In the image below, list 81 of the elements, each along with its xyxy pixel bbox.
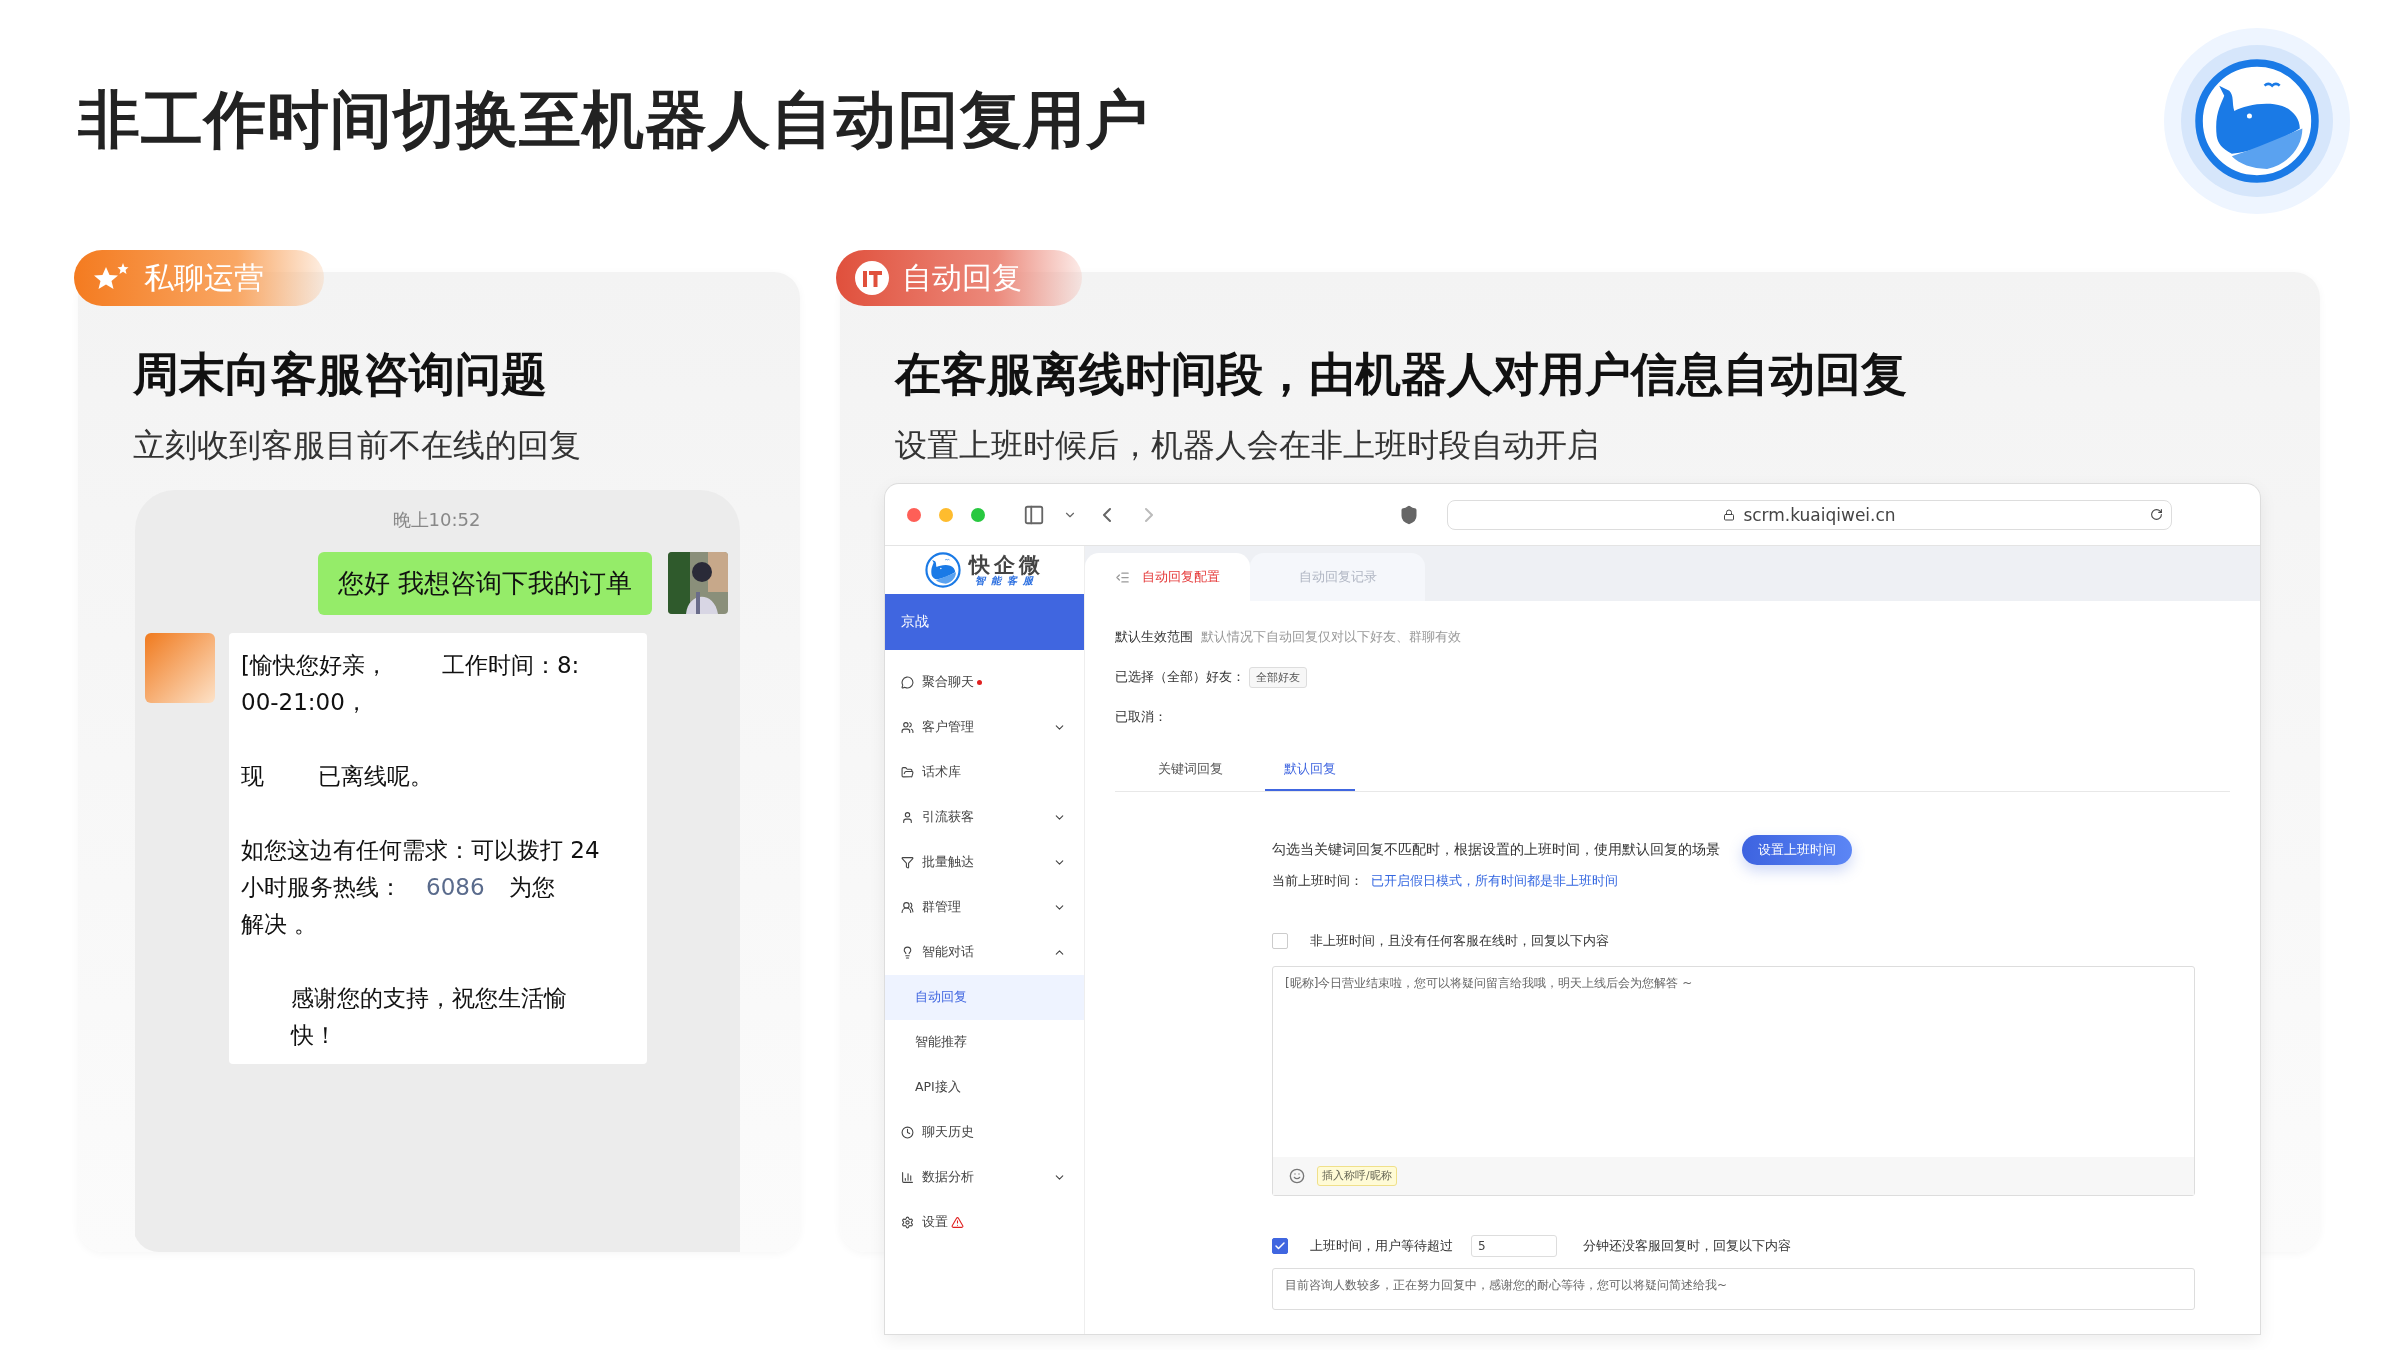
logo-icon bbox=[925, 552, 961, 588]
nav-icon bbox=[901, 811, 914, 824]
card-subheading: 立刻收到客服目前不在线的回复 bbox=[133, 425, 582, 466]
nav-icon bbox=[901, 676, 914, 689]
set-time-button[interactable]: 设置上班时间 bbox=[1742, 835, 1852, 865]
message-text: 已离线呢。 bbox=[318, 762, 433, 791]
message-text: 现 bbox=[241, 762, 264, 791]
card-heading: 在客服离线时间段，由机器人对用户信息自动回复 bbox=[895, 346, 1908, 403]
hint-text: 默认情况下自动回复仅对以下好友、群聊有效 bbox=[1201, 628, 1461, 646]
lock-icon bbox=[1723, 508, 1736, 521]
sidebar-icon[interactable] bbox=[1023, 503, 1045, 526]
nav-icon bbox=[901, 721, 914, 734]
nav-icon bbox=[901, 1171, 914, 1184]
message-field[interactable]: 目前咨询人数较多，正在努力回复中，感谢您的耐心等待，您可以将疑问简述给我~ bbox=[1272, 1268, 2195, 1310]
friends-tag: 全部好友 bbox=[1249, 666, 1307, 688]
message-time: 晚上10:52 bbox=[391, 508, 482, 532]
message-text: 快！ bbox=[291, 1021, 337, 1050]
nav-item[interactable]: 聚合聊天 bbox=[885, 660, 1084, 705]
close-button[interactable] bbox=[907, 507, 921, 522]
sent-message: 您好 我想咨询下我的订单 bbox=[317, 552, 652, 615]
nav-item[interactable]: 聊天历史 bbox=[885, 1110, 1084, 1155]
address-bar[interactable]: scrm.kuaiqiwei.cn bbox=[1447, 499, 2172, 530]
field-label: 默认生效范围 bbox=[1115, 628, 1193, 646]
message-text: 00-21:00， bbox=[241, 688, 368, 717]
field-label: 已选择（全部）好友： bbox=[1115, 668, 1245, 686]
reload-icon[interactable] bbox=[2150, 508, 2163, 521]
nav-item[interactable]: 客户管理 bbox=[885, 705, 1084, 750]
nav-subitem[interactable]: 智能推荐 bbox=[885, 1020, 1084, 1065]
card-heading: 周末向客服咨询问题 bbox=[133, 346, 548, 403]
maximize-button[interactable] bbox=[971, 507, 985, 522]
subtab[interactable]: 默认回复 bbox=[1265, 749, 1355, 791]
brand-tagline: 智能客服 bbox=[974, 575, 1039, 586]
message-text: 工作时间：8: bbox=[442, 651, 580, 680]
field-label: 已取消： bbox=[1115, 708, 1167, 726]
nav-subitem[interactable]: 自动回复 bbox=[885, 975, 1084, 1020]
logo-icon bbox=[2164, 28, 2350, 214]
app-icon bbox=[854, 260, 890, 296]
nav-item[interactable]: 批量触达 bbox=[885, 840, 1084, 885]
nav-item[interactable]: 话术库 bbox=[885, 750, 1084, 795]
message-field[interactable]: [昵称]今日营业结束啦，您可以将疑问留言给我哦，明天上线后会为您解答 ~ 插入称呼/昵称 bbox=[1272, 966, 2195, 1196]
message-text: 感谢您的支持，祝您生活愉 bbox=[291, 984, 567, 1013]
tab[interactable]: 自动回复配置 bbox=[1085, 553, 1250, 601]
nav-icon bbox=[901, 901, 914, 914]
description-text: 勾选当关键词回复不匹配时，根据设置的上班时间，使用默认回复的场景 bbox=[1272, 841, 1720, 859]
nav-icon bbox=[901, 1216, 914, 1229]
nav-subitem[interactable]: API接入 bbox=[885, 1065, 1084, 1110]
subtab[interactable]: 关键词回复 bbox=[1115, 749, 1265, 791]
shield-icon[interactable] bbox=[1399, 504, 1419, 525]
work-time-status: 已开启假日模式，所有时间都是非上班时间 bbox=[1371, 872, 1618, 890]
brand-name: 快企微 bbox=[969, 554, 1044, 576]
checkbox[interactable] bbox=[1272, 1238, 1288, 1254]
nav-item[interactable]: 引流获客 bbox=[885, 795, 1084, 840]
field-label: 当前上班时间： bbox=[1272, 872, 1363, 890]
emoji-icon[interactable] bbox=[1289, 1168, 1305, 1184]
menu-icon[interactable] bbox=[1115, 569, 1130, 585]
card-subheading: 设置上班时候后，机器人会在非上班时段自动开启 bbox=[895, 425, 1600, 466]
page-title: 非工作时间切换至机器人自动回复用户 bbox=[78, 82, 1149, 158]
rule-label: 分钟还没客服回复时，回复以下内容 bbox=[1583, 1237, 1791, 1255]
check-icon bbox=[1274, 1240, 1286, 1252]
message-text: [愉快您好亲， bbox=[241, 651, 388, 680]
nav-item[interactable]: 数据分析 bbox=[885, 1155, 1084, 1200]
nav-item[interactable]: 智能对话 bbox=[885, 930, 1084, 975]
insert-name-button[interactable]: 插入称呼/昵称 bbox=[1317, 1166, 1397, 1186]
badge-label: 自动回复 bbox=[902, 258, 1022, 297]
nav-item[interactable]: 群管理 bbox=[885, 885, 1084, 930]
message-text: 为您 bbox=[508, 873, 555, 902]
rule-label: 上班时间，用户等待超过 bbox=[1310, 1237, 1453, 1255]
message-text: 6086 bbox=[426, 873, 485, 902]
nav-icon bbox=[901, 1126, 914, 1139]
avatar bbox=[145, 633, 215, 703]
rule-label: 非上班时间，且没有任何客服在线时，回复以下内容 bbox=[1310, 932, 1609, 950]
nav-item[interactable]: 设置 bbox=[885, 1200, 1084, 1245]
nav-icon bbox=[901, 946, 914, 959]
message-text: 如您这边有任何需求：可以拨打 24 bbox=[241, 836, 600, 865]
message-text: 解决 。 bbox=[241, 910, 318, 939]
nav-icon bbox=[901, 856, 914, 869]
badge-label: 私聊运营 bbox=[144, 258, 264, 297]
minutes-field[interactable]: 5 bbox=[1471, 1235, 1557, 1257]
message-text: 小时服务热线： bbox=[241, 873, 402, 902]
nav-icon bbox=[901, 766, 914, 779]
account-bar[interactable]: 京战 bbox=[885, 594, 1084, 650]
